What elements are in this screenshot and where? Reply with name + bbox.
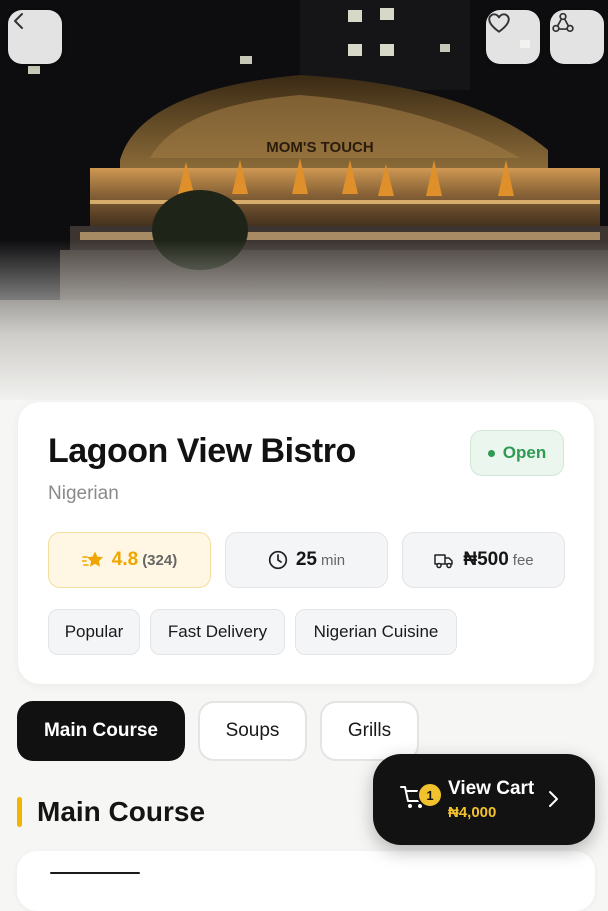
status-badge: Open xyxy=(470,430,564,476)
restaurant-info-card: Lagoon View Bistro Nigerian Open 4.8 (32… xyxy=(18,402,594,684)
back-button[interactable] xyxy=(8,10,62,64)
tab-grills[interactable]: Grills xyxy=(320,701,419,761)
menu-item-card[interactable] xyxy=(17,851,595,911)
delivery-fee-label: fee xyxy=(512,551,534,569)
delivery-time-unit: min xyxy=(320,551,346,569)
favorite-button[interactable] xyxy=(486,10,540,64)
tab-main-course[interactable]: Main Course xyxy=(17,701,185,761)
cart-count-badge: 1 xyxy=(417,782,443,808)
share-icon xyxy=(552,12,574,33)
rating-value: 4.8 xyxy=(111,549,139,570)
delivery-truck-icon xyxy=(434,554,454,569)
clock-icon xyxy=(268,550,287,570)
star-icon xyxy=(81,551,103,567)
cart-label: View Cart xyxy=(448,778,535,799)
hero-image: MOM'S TOUCH xyxy=(0,0,608,400)
delivery-fee-value: ₦500 xyxy=(463,549,509,570)
restaurant-name: Lagoon View Bistro xyxy=(48,432,356,470)
tag-popular[interactable]: Popular xyxy=(48,609,140,655)
view-cart-button[interactable]: 1 View Cart ₦4,000 xyxy=(373,754,595,845)
cart-total: ₦4,000 xyxy=(448,804,497,821)
share-button[interactable] xyxy=(550,10,604,64)
status-label: Open xyxy=(502,443,547,462)
tag-nigerian-cuisine[interactable]: Nigerian Cuisine xyxy=(295,609,457,655)
delivery-fee-stat: ₦500 fee xyxy=(402,532,565,588)
delivery-time-value: 25 xyxy=(295,549,317,570)
section-accent-bar xyxy=(17,797,22,827)
tab-soups[interactable]: Soups xyxy=(198,701,307,761)
hero-fade xyxy=(0,240,608,400)
section-title: Main Course xyxy=(37,796,206,827)
rating-stat[interactable]: 4.8 (324) xyxy=(48,532,211,588)
chevron-right-icon xyxy=(549,791,558,807)
svg-text:MOM'S TOUCH: MOM'S TOUCH xyxy=(266,139,373,156)
chevron-left-icon xyxy=(14,13,23,29)
status-dot xyxy=(487,449,495,457)
heart-icon xyxy=(488,13,510,33)
delivery-time-stat: 25 min xyxy=(225,532,388,588)
tag-fast-delivery[interactable]: Fast Delivery xyxy=(150,609,285,655)
rating-count: (324) xyxy=(142,551,178,569)
restaurant-cuisine: Nigerian xyxy=(48,483,119,504)
